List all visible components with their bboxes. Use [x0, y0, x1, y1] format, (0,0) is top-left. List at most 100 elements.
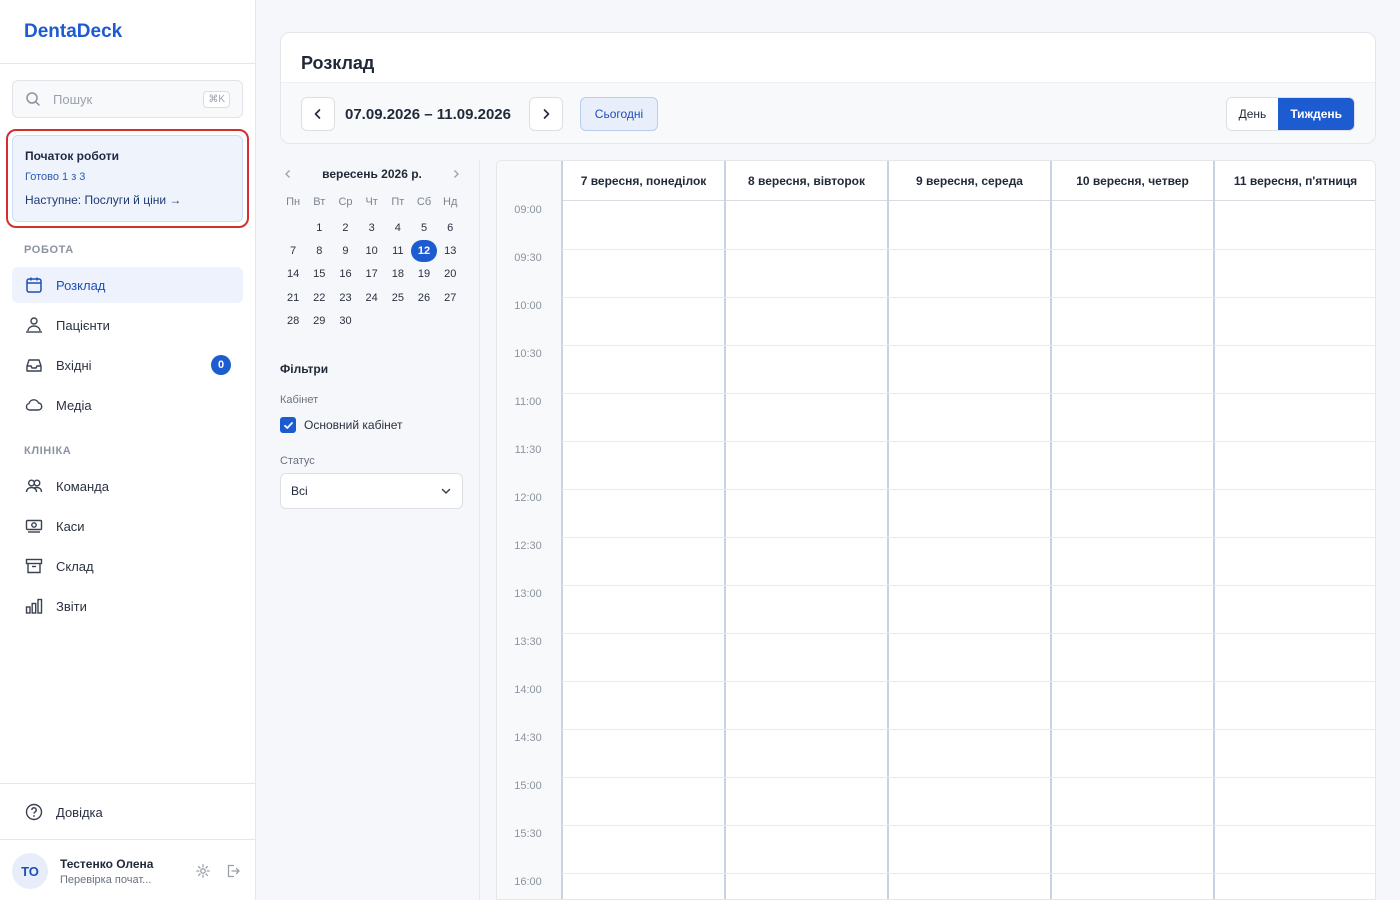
mini-prev-month-button[interactable]	[280, 166, 296, 182]
time-slot[interactable]	[1052, 682, 1213, 729]
sidebar-item-cash[interactable]: Каси	[12, 508, 243, 544]
time-slot[interactable]	[563, 586, 724, 633]
next-week-button[interactable]	[529, 97, 563, 131]
time-slot[interactable]	[1052, 442, 1213, 489]
view-day-button[interactable]: День	[1226, 98, 1279, 130]
time-slot[interactable]	[563, 730, 724, 777]
settings-button[interactable]	[193, 861, 213, 881]
time-slot[interactable]	[563, 778, 724, 825]
time-slot[interactable]	[726, 442, 887, 489]
time-slot[interactable]	[563, 346, 724, 393]
mini-next-month-button[interactable]	[448, 166, 464, 182]
time-slot[interactable]	[1052, 826, 1213, 873]
time-slot[interactable]	[726, 730, 887, 777]
time-slot[interactable]	[1215, 394, 1375, 441]
time-slot[interactable]	[726, 778, 887, 825]
time-slot[interactable]	[889, 394, 1050, 441]
day-column-header[interactable]: 9 вересня, середа	[888, 161, 1051, 201]
calendar-day[interactable]: 29	[306, 309, 332, 332]
avatar[interactable]: ТО	[12, 853, 48, 889]
calendar-day[interactable]: 17	[359, 263, 385, 286]
calendar-day[interactable]: 14	[280, 263, 306, 286]
time-slot[interactable]	[1215, 298, 1375, 345]
calendar-day[interactable]: 2	[332, 216, 358, 239]
time-slot[interactable]	[889, 826, 1050, 873]
time-slot[interactable]	[1052, 586, 1213, 633]
calendar-day[interactable]: 21	[280, 286, 306, 309]
calendar-day[interactable]: 6	[437, 216, 463, 239]
time-slot[interactable]	[563, 298, 724, 345]
calendar-day[interactable]: 30	[332, 309, 358, 332]
time-slot[interactable]	[1052, 730, 1213, 777]
time-slot[interactable]	[563, 538, 724, 585]
onboarding-next-link[interactable]: Наступне: Послуги й ціни →	[25, 193, 230, 207]
sidebar-item-schedule[interactable]: Розклад	[12, 267, 243, 303]
time-slot[interactable]	[726, 874, 887, 899]
time-slot[interactable]	[1052, 490, 1213, 537]
time-slot[interactable]	[1052, 202, 1213, 249]
time-slot[interactable]	[1215, 730, 1375, 777]
room-checkbox[interactable]: Основний кабінет	[280, 417, 403, 433]
time-slot[interactable]	[1215, 442, 1375, 489]
sidebar-item-media[interactable]: Медіа	[12, 387, 243, 423]
calendar-day[interactable]: 5	[411, 216, 437, 239]
calendar-day[interactable]: 11	[385, 239, 411, 262]
prev-week-button[interactable]	[301, 97, 335, 131]
time-slot[interactable]	[1215, 778, 1375, 825]
day-column-header[interactable]: 10 вересня, четвер	[1051, 161, 1214, 201]
time-slot[interactable]	[889, 874, 1050, 899]
today-button[interactable]: Сьогодні	[580, 97, 658, 131]
calendar-day[interactable]: 26	[411, 286, 437, 309]
time-slot[interactable]	[1215, 826, 1375, 873]
status-select[interactable]: Всі	[280, 473, 463, 509]
calendar-day[interactable]: 1	[306, 216, 332, 239]
time-slot[interactable]	[1052, 346, 1213, 393]
time-slot[interactable]	[1215, 490, 1375, 537]
time-slot[interactable]	[889, 778, 1050, 825]
time-slot[interactable]	[563, 250, 724, 297]
time-slot[interactable]	[563, 394, 724, 441]
time-slot[interactable]	[726, 202, 887, 249]
time-slot[interactable]	[889, 346, 1050, 393]
time-slot[interactable]	[726, 250, 887, 297]
time-slot[interactable]	[1052, 250, 1213, 297]
time-slot[interactable]	[889, 298, 1050, 345]
time-slot[interactable]	[1052, 778, 1213, 825]
calendar-day[interactable]: 16	[332, 263, 358, 286]
time-slot[interactable]	[1052, 634, 1213, 681]
time-slot[interactable]	[726, 394, 887, 441]
time-slot[interactable]	[1215, 682, 1375, 729]
calendar-day[interactable]: 23	[332, 286, 358, 309]
calendar-day[interactable]: 27	[437, 286, 463, 309]
time-slot[interactable]	[563, 826, 724, 873]
time-slot[interactable]	[563, 490, 724, 537]
brand-logo[interactable]: DentaDeck	[0, 0, 255, 64]
calendar-day[interactable]: 18	[385, 263, 411, 286]
time-slot[interactable]	[889, 682, 1050, 729]
time-slot[interactable]	[889, 538, 1050, 585]
time-slot[interactable]	[1215, 346, 1375, 393]
time-slot[interactable]	[1215, 538, 1375, 585]
selected-day[interactable]: 12	[411, 239, 438, 262]
time-slot[interactable]	[889, 730, 1050, 777]
time-slot[interactable]	[889, 586, 1050, 633]
time-slot[interactable]	[889, 442, 1050, 489]
calendar-day[interactable]: 4	[385, 216, 411, 239]
calendar-day[interactable]: 13	[437, 239, 463, 262]
time-slot[interactable]	[1052, 538, 1213, 585]
calendar-day[interactable]: 19	[411, 263, 437, 286]
calendar-day[interactable]: 22	[306, 286, 332, 309]
time-slot[interactable]	[1215, 250, 1375, 297]
time-slot[interactable]	[563, 442, 724, 489]
time-slot[interactable]	[563, 682, 724, 729]
sidebar-item-warehouse[interactable]: Склад	[12, 548, 243, 584]
time-slot[interactable]	[1052, 298, 1213, 345]
time-slot[interactable]	[1052, 874, 1213, 899]
search-input[interactable]: Пошук ⌘K	[12, 80, 243, 118]
calendar-day[interactable]: 10	[359, 239, 385, 262]
calendar-day[interactable]: 24	[359, 286, 385, 309]
time-slot[interactable]	[726, 586, 887, 633]
day-column-header[interactable]: 8 вересня, вівторок	[725, 161, 888, 201]
time-slot[interactable]	[889, 490, 1050, 537]
time-slot[interactable]	[726, 490, 887, 537]
